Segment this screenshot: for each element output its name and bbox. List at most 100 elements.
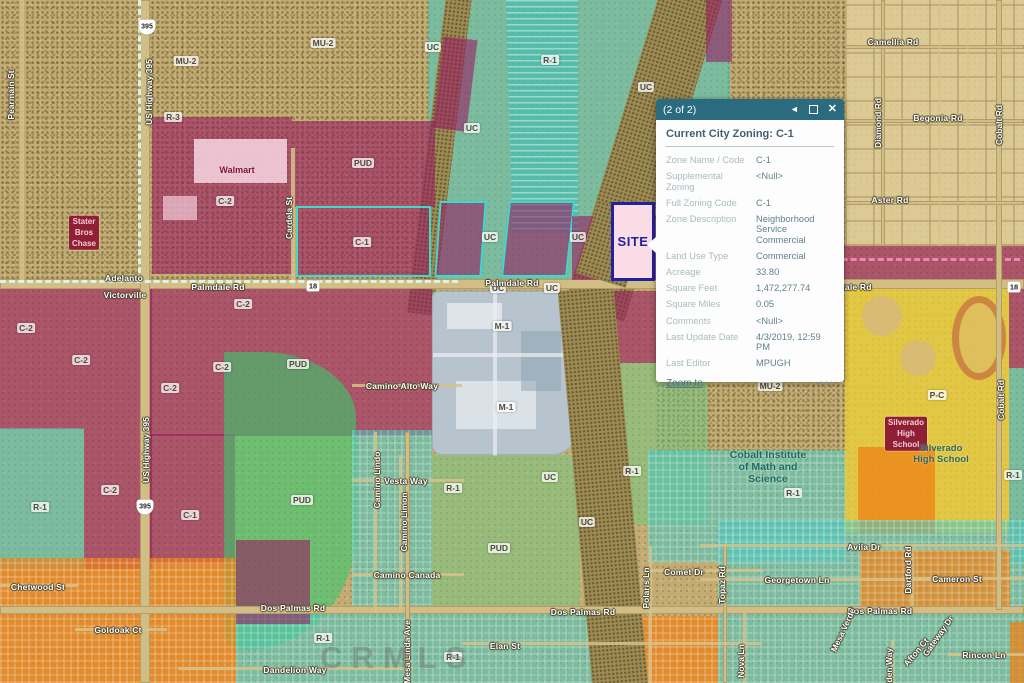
field-label: Zone Description [666, 214, 752, 246]
street-label-vertical: US Highway 395 [141, 417, 151, 483]
popup-body: Current City Zoning: C-1 Zone Name / Cod… [656, 120, 844, 389]
street-label-vertical: US Highway 395 [144, 59, 154, 125]
field-label: Full Zoning Code [666, 198, 752, 209]
crmls-watermark: CRMLS [320, 640, 475, 676]
field-label: Square Feet [666, 283, 752, 294]
zone-label: M-1 [493, 321, 512, 331]
popup-header[interactable]: (2 of 2) ◄ ✕ [656, 99, 844, 120]
field-label: Supplemental Zoning [666, 171, 752, 192]
zone-label: PUD [352, 158, 374, 168]
us395-shield: 395 [139, 20, 156, 35]
field-value: Commercial [756, 251, 834, 262]
field-label: Comments [666, 316, 752, 327]
road-label: Georgetown Ln [765, 575, 830, 585]
field-value: C-1 [756, 155, 834, 166]
field-label: Land Use Type [666, 251, 752, 262]
maximize-icon[interactable] [809, 105, 818, 114]
zone-r1-west[interactable] [0, 428, 84, 568]
parcel-outlined-2[interactable] [434, 201, 486, 277]
parcel-outlined-3[interactable] [501, 201, 575, 277]
zone-label: UC [570, 232, 586, 242]
zoning-map-canvas[interactable]: 395 395 18 18 MU-2MU-2R-3C-2PUDC-1UCR-1U… [0, 0, 1024, 683]
zone-label: P-C [928, 390, 947, 400]
field-value: 1,472,277.74 [756, 283, 834, 294]
zone-label: UC [425, 42, 441, 52]
zone-label: C-1 [353, 237, 371, 247]
zone-label: C-2 [234, 299, 252, 309]
zone-label: C-2 [17, 323, 35, 333]
m1-drive-h [433, 353, 579, 357]
zone-maroon-ne-sliver[interactable] [706, 0, 732, 62]
city-boundary-395 [138, 0, 141, 282]
zoning-info-popup[interactable]: (2 of 2) ◄ ✕ Current City Zoning: C-1 Zo… [656, 99, 844, 382]
zone-label: UC [579, 517, 595, 527]
road-label: Camino Alto Way [366, 381, 438, 391]
poi-stater-bros: Stater Bros Chase [69, 216, 99, 250]
street-label-vertical: Camino Limon [399, 492, 409, 551]
popup-footer: Zoom to ••• [666, 378, 834, 389]
zone-label: R-1 [444, 483, 462, 493]
zone-m1-industrial[interactable] [432, 291, 578, 455]
zone-label: R-1 [541, 55, 559, 65]
zone-label: R-1 [1004, 470, 1022, 480]
zone-striped-field[interactable] [506, 0, 578, 233]
street-label-vertical: Dartford Rd [903, 546, 913, 593]
zone-maroon-west-lower[interactable] [150, 434, 235, 564]
street-label-vertical: Camino Lindo [372, 452, 382, 509]
field-label: Square Miles [666, 299, 752, 310]
zone-label: UC [638, 82, 654, 92]
zone-maroon-far-east-sliver[interactable] [1009, 288, 1024, 368]
poi-cobalt-institute: Cobalt Institute of Math and Science [730, 449, 806, 485]
zone-label: C-2 [213, 362, 231, 372]
field-label: Last Editor [666, 358, 752, 369]
street-label-vertical: Topaz Rd [717, 566, 727, 604]
m1-drive-v [493, 292, 497, 456]
zone-label: R-1 [784, 488, 802, 498]
popup-divider [666, 146, 834, 147]
popup-title: Current City Zoning: C-1 [666, 128, 834, 140]
road-label: Goldoak Ct [94, 625, 141, 635]
previous-feature-icon[interactable]: ◄ [790, 105, 799, 114]
road-label: Aster Rd [871, 195, 908, 205]
road-ne-lane [966, 0, 969, 246]
street-label-vertical: Polaris Ln [641, 567, 651, 608]
road-label: Chetwood St [11, 582, 65, 592]
street-label-vertical: Cobalt Rd [994, 105, 1004, 145]
field-value: 0.05 [756, 299, 834, 310]
road-label: Vesta Way [384, 476, 428, 486]
field-value: C-1 [756, 198, 834, 209]
zone-label: C-2 [216, 196, 234, 206]
zone-label: C-2 [161, 383, 179, 393]
site-label: SITE [618, 234, 649, 249]
street-label-vertical: Nova Ln [736, 644, 746, 678]
field-label: Zone Name / Code [666, 155, 752, 166]
zone-label: M-1 [497, 402, 516, 412]
zone-label: R-3 [164, 112, 182, 122]
road-label: Palmdale Rd [485, 278, 538, 288]
poi-walmart: Walmart [219, 165, 254, 175]
road-label: Camellia Rd [868, 37, 919, 47]
zone-label: UC [542, 472, 558, 482]
baseball-field [862, 296, 902, 336]
m1-yard [521, 331, 561, 391]
street-label-vertical: Cardela St [284, 197, 294, 239]
zone-label: MU-2 [311, 38, 336, 48]
street-label-vertical: Diamond Rd [873, 98, 883, 148]
zone-label: C-2 [101, 485, 119, 495]
field-value: MPUGH [756, 358, 834, 369]
zoom-to-link[interactable]: Zoom to [666, 378, 703, 389]
baseball-field [900, 340, 936, 376]
zone-label: R-1 [623, 466, 641, 476]
more-options-button[interactable]: ••• [820, 378, 834, 388]
zone-orange-bottom-left[interactable] [0, 558, 236, 683]
road-label: Begonia Rd [913, 113, 962, 123]
zone-camino-tract[interactable] [352, 430, 432, 612]
zone-label: PUD [488, 543, 510, 553]
sr18-shield: 18 [1008, 282, 1021, 293]
close-icon[interactable]: ✕ [828, 104, 837, 115]
popup-fields: Zone Name / CodeC-1 Supplemental Zoning<… [666, 155, 834, 369]
poi-silverado-plain: Silverado High School [913, 444, 968, 466]
field-label: Last Update Date [666, 332, 752, 353]
road-label: Dos Palmas Rd [848, 606, 912, 616]
popup-pointer [647, 237, 656, 253]
